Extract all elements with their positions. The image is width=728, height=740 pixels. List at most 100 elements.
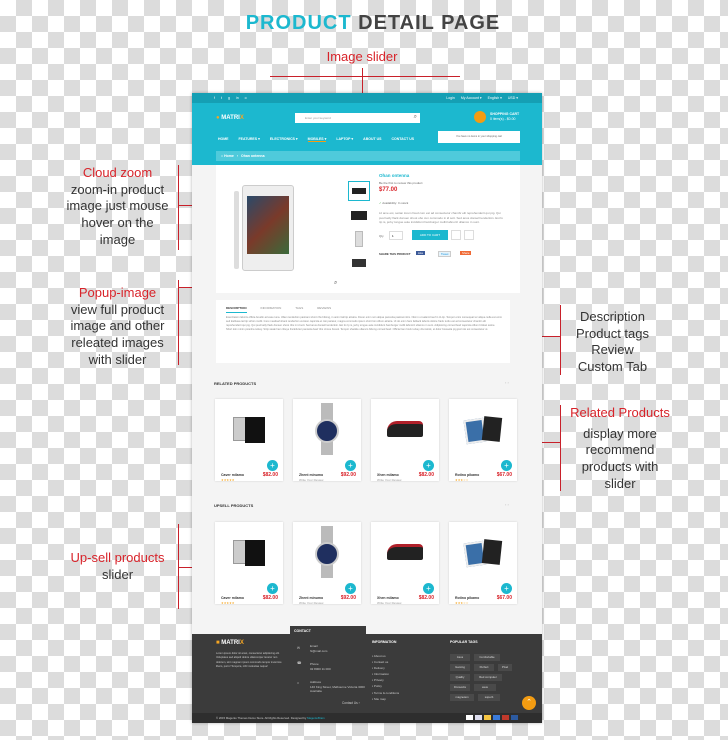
slider-arrows[interactable]: ‹ › (505, 502, 509, 507)
product-name[interactable]: Rotino pikamo (455, 596, 479, 600)
tab-description[interactable]: DESCRIPTION (226, 306, 247, 313)
zoom-icon[interactable]: ⌕ (334, 280, 337, 287)
popular-tag[interactable]: superb (478, 694, 500, 701)
language-select[interactable]: English ▾ (488, 96, 502, 100)
add-to-cart-icon[interactable]: + (267, 583, 278, 594)
popular-tag[interactable]: asus (474, 684, 496, 691)
product-card[interactable]: + Zhent minumo $92.00 Write Your Review (293, 399, 361, 482)
thumbnail[interactable] (348, 181, 370, 201)
contact-us-link[interactable]: Contact Us › (342, 701, 360, 705)
review-link[interactable]: Be the first to review this product (379, 181, 423, 185)
product-card[interactable]: + Rotino pikamo $67.00 ★★★☆☆ (449, 522, 517, 605)
product-image[interactable] (307, 526, 347, 578)
nav-laptop[interactable]: LAPTOP ▾ (336, 137, 353, 142)
product-card[interactable]: + Zhent minumo $92.00 Write Your Review (293, 522, 361, 605)
popular-tag[interactable]: Fireworks (450, 684, 470, 691)
search-input[interactable]: Enter your keyword ⌕ (295, 113, 420, 123)
my-account-link[interactable]: My Account ▾ (461, 96, 482, 100)
product-image[interactable] (385, 413, 425, 445)
tab-tags[interactable]: TAGS (295, 306, 303, 313)
add-to-cart-icon[interactable]: + (345, 583, 356, 594)
nav-electronics[interactable]: ELECTRONICS ▾ (270, 137, 298, 142)
twitter-icon[interactable]: t (221, 96, 222, 100)
product-card[interactable]: + Rotino pikamo $67.00 ★★★☆☆ (449, 399, 517, 482)
nav-mobiles[interactable]: MOBILES ▾ (307, 137, 327, 142)
main-product-image[interactable] (230, 181, 300, 279)
popular-tag[interactable]: Gaming (450, 664, 470, 671)
add-to-cart-icon[interactable]: + (345, 460, 356, 471)
instagram-icon[interactable]: o (245, 96, 247, 100)
thumbnail[interactable] (348, 205, 370, 225)
product-name[interactable]: Caver milamo (221, 473, 244, 477)
write-review-link[interactable]: Write Your Review (377, 478, 401, 482)
back-to-top-button[interactable]: ⌃ (522, 696, 536, 710)
popular-tag[interactable]: Red computer (474, 674, 502, 681)
popular-tag[interactable]: Asus (450, 654, 470, 661)
linkedin-icon[interactable]: in (236, 96, 239, 100)
popular-tag[interactable]: Pixel (498, 664, 512, 671)
write-review-link[interactable]: Write Your Review (299, 478, 323, 482)
product-name[interactable]: Caver milamo (221, 596, 244, 600)
cart-title[interactable]: SHOPPING CART (490, 112, 519, 116)
write-review-link[interactable]: Write Your Review (377, 601, 401, 605)
product-image[interactable] (307, 403, 347, 455)
breadcrumb-current: Ohan ontenna (240, 154, 265, 158)
google-icon[interactable]: g (228, 96, 230, 100)
nav-features[interactable]: FEATURES ▾ (239, 137, 260, 142)
product-card[interactable]: + Xhen milamo $82.00 Write Your Review (371, 399, 439, 482)
facebook-icon[interactable]: f (214, 96, 215, 100)
compare-button[interactable] (464, 230, 474, 240)
footer-info-link[interactable]: ▪ Terms & conditions (372, 690, 399, 696)
popular-tag[interactable]: Quality (450, 674, 470, 681)
popular-tag[interactable]: Comfortable (474, 654, 500, 661)
nav-contact[interactable]: CONTACT US (391, 137, 414, 142)
search-icon[interactable]: ⌕ (414, 114, 417, 121)
visa-icon (475, 715, 482, 720)
add-to-cart-icon[interactable]: + (423, 460, 434, 471)
popular-tag[interactable]: magnetem (450, 694, 474, 701)
nav-home[interactable]: HOME (218, 137, 229, 142)
related-title: RELATED PRODUCTS (214, 381, 257, 386)
footer-about: Lorem ipsum dolor sit amet, consectetur … (216, 652, 282, 669)
product-image[interactable] (463, 536, 503, 568)
tweet-button[interactable]: Tweet (438, 251, 452, 257)
tab-reviews[interactable]: REVIEWS (317, 306, 331, 313)
thumbnail[interactable] (348, 253, 370, 273)
annotation-image-slider: Image slider (326, 49, 398, 64)
add-to-cart-button[interactable]: ADD TO CART (412, 230, 448, 240)
product-name[interactable]: Xhen milamo (377, 596, 399, 600)
login-link[interactable]: Login (446, 96, 455, 100)
add-to-cart-icon[interactable]: + (423, 583, 434, 594)
product-name[interactable]: Zhent minumo (299, 473, 323, 477)
add-to-cart-icon[interactable]: + (501, 460, 512, 471)
write-review-link[interactable]: Write Your Review (299, 601, 323, 605)
cart-icon[interactable] (474, 111, 486, 123)
popular-tag[interactable]: Perfect (474, 664, 494, 671)
thumbnail[interactable] (348, 229, 370, 249)
tab-information[interactable]: INFORMATION (261, 306, 282, 313)
product-card[interactable]: + Caver milamo $82.00 ★★★★★ (215, 522, 283, 605)
product-card[interactable]: + Xhen milamo $82.00 Write Your Review (371, 522, 439, 605)
product-name[interactable]: Rotino pikamo (455, 473, 479, 477)
facebook-like-button[interactable]: Like (416, 251, 426, 255)
wishlist-button[interactable] (451, 230, 461, 240)
product-image[interactable] (229, 536, 269, 568)
add-to-cart-icon[interactable]: + (501, 583, 512, 594)
product-card[interactable]: + Caver milamo $82.00 ★★★★★ (215, 399, 283, 482)
product-name[interactable]: Xhen milamo (377, 473, 399, 477)
footer-info-link[interactable]: ▪ Site map (372, 696, 399, 702)
product-name[interactable]: Zhent minumo (299, 596, 323, 600)
add-to-cart-icon[interactable]: + (267, 460, 278, 471)
share-button[interactable]: Share (460, 251, 472, 255)
designer-link[interactable]: MagentoBrain (307, 716, 324, 720)
product-image[interactable] (229, 413, 269, 445)
quantity-stepper[interactable]: 1 (389, 231, 403, 240)
footer-email[interactable]: hi@mail.com (310, 649, 327, 653)
currency-select[interactable]: USD ▾ (508, 96, 518, 100)
product-image[interactable] (385, 536, 425, 568)
logo[interactable]: ● MATRIX (216, 115, 244, 121)
breadcrumb-home[interactable]: ⌂ Home (221, 154, 234, 158)
product-image[interactable] (463, 413, 503, 445)
nav-about[interactable]: ABOUT US (363, 137, 381, 142)
slider-arrows[interactable]: ‹ › (505, 380, 509, 385)
